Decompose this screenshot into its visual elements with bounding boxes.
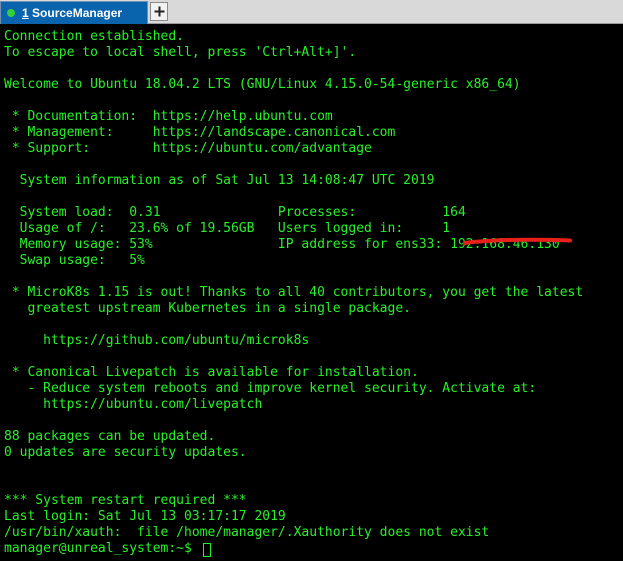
terminal-line: 88 packages can be updated. [4, 429, 216, 444]
terminal-app-window: 1 SourceManager Connection established. T… [0, 0, 623, 561]
terminal-line: 0 updates are security updates. [4, 445, 247, 460]
terminal-line: * Support: https://ubuntu.com/advantage [4, 141, 372, 156]
terminal-line: greatest upstream Kubernetes in a single… [4, 301, 411, 316]
terminal-line: Memory usage: 53% IP address for ens33: … [4, 237, 560, 252]
terminal-line: *** System restart required *** [4, 493, 247, 508]
terminal-line: Last login: Sat Jul 13 03:17:17 2019 [4, 509, 286, 524]
terminal-line: Connection established. [4, 29, 185, 44]
terminal-line: manager@unreal_system:~$ [4, 541, 200, 556]
terminal-cursor [203, 543, 211, 557]
terminal-line: * MicroK8s 1.15 is out! Thanks to all 40… [4, 285, 584, 300]
tab-sourcemanager[interactable]: 1 SourceManager [0, 1, 148, 24]
connection-status-icon [7, 9, 15, 17]
new-tab-button[interactable] [150, 2, 168, 21]
terminal-line: System information as of Sat Jul 13 14:0… [4, 173, 435, 188]
tab-bar: 1 SourceManager [0, 0, 623, 24]
terminal-line: * Documentation: https://help.ubuntu.com [4, 109, 333, 124]
terminal-line: System load: 0.31 Processes: 164 [4, 205, 466, 220]
terminal-line: Welcome to Ubuntu 18.04.2 LTS (GNU/Linux… [4, 77, 521, 92]
tab-number: 1 [22, 6, 29, 20]
terminal-line: https://github.com/ubuntu/microk8s [4, 333, 310, 348]
terminal-line: * Canonical Livepatch is available for i… [4, 365, 419, 380]
terminal-output[interactable]: Connection established. To escape to loca… [0, 24, 623, 561]
terminal-line: - Reduce system reboots and improve kern… [4, 381, 537, 396]
tab-label: 1 SourceManager [22, 6, 122, 20]
terminal-line: * Management: https://landscape.canonica… [4, 125, 396, 140]
terminal-line: /usr/bin/xauth: file /home/manager/.Xaut… [4, 525, 490, 540]
tab-title: SourceManager [32, 6, 123, 20]
terminal-line: Usage of /: 23.6% of 19.56GB Users logge… [4, 221, 451, 236]
terminal-line: https://ubuntu.com/livepatch [4, 397, 263, 412]
terminal-line: To escape to local shell, press 'Ctrl+Al… [4, 45, 357, 60]
plus-icon [154, 6, 165, 17]
terminal-line: Swap usage: 5% [4, 253, 145, 268]
